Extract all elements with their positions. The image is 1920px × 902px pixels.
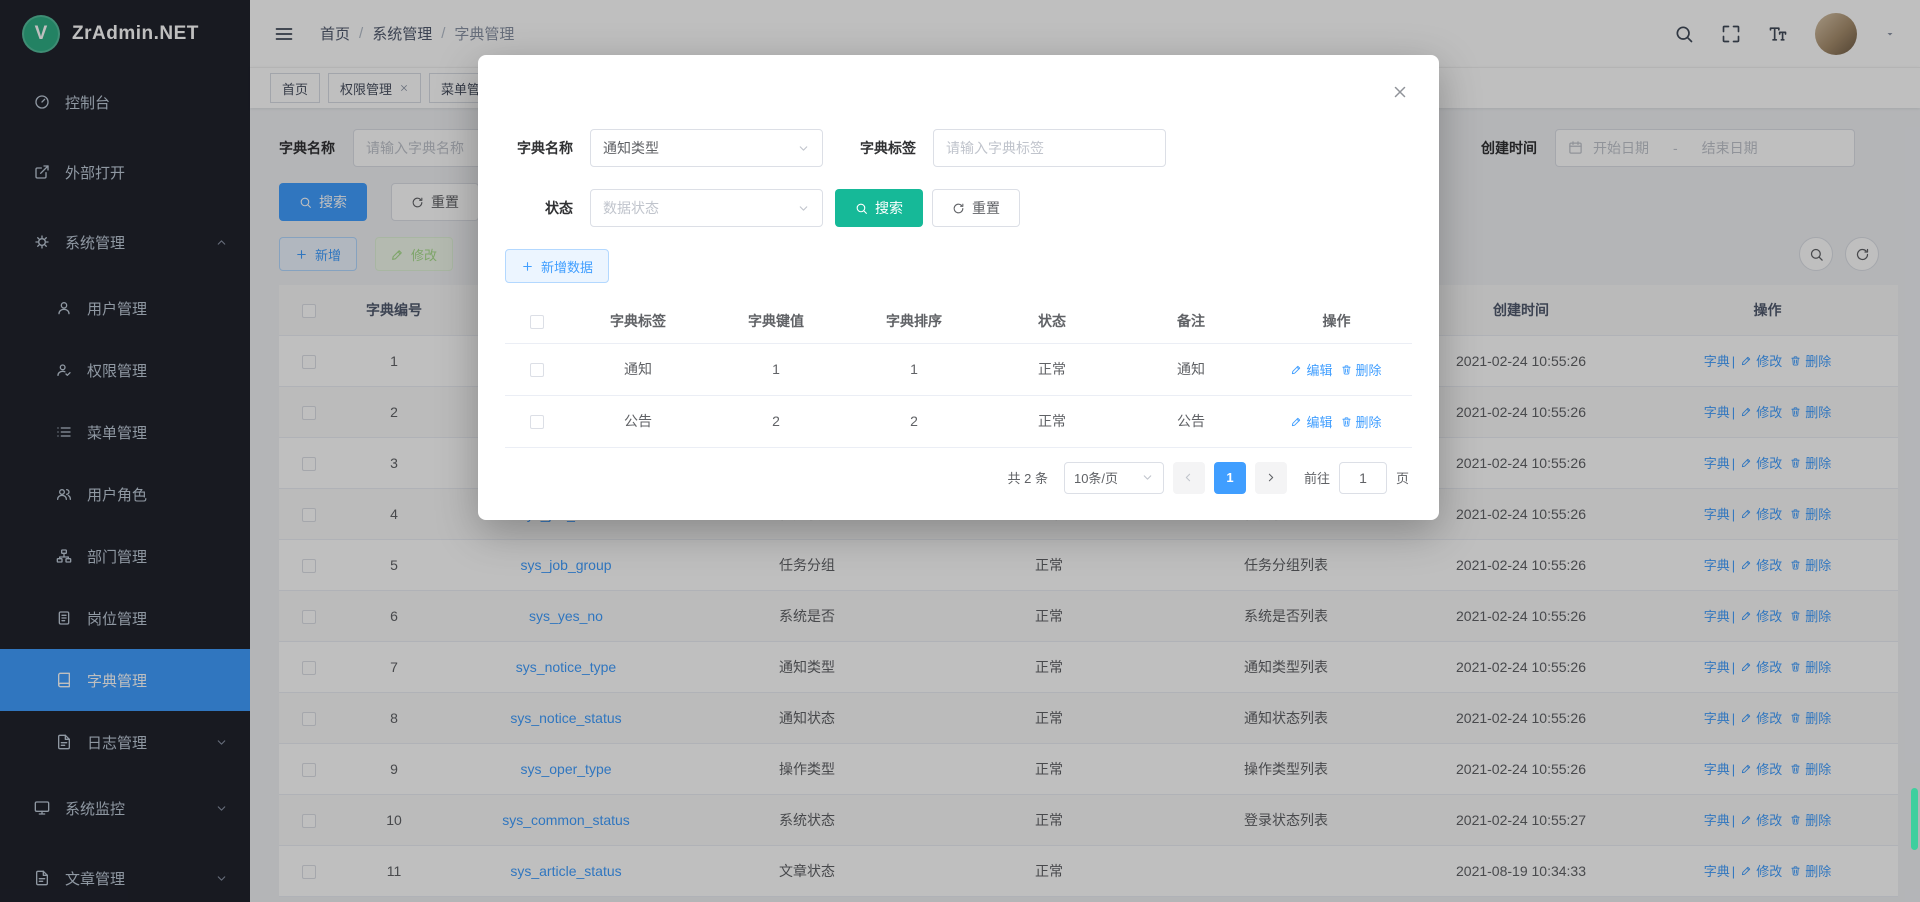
cell-label: 通知 [569, 343, 707, 395]
dict-data-table: 字典标签 字典键值 字典排序 状态 备注 操作 通知 1 1 正常 通知 编辑删… [505, 299, 1412, 448]
chevron-down-icon [797, 202, 810, 215]
scrollbar-thumb[interactable] [1911, 788, 1918, 850]
modal-dict-name-label: 字典名称 [505, 138, 573, 158]
modal-dict-label-label: 字典标签 [848, 138, 916, 158]
table-row: 公告 2 2 正常 公告 编辑删除 [505, 395, 1412, 447]
page-number-button[interactable]: 1 [1214, 462, 1246, 494]
chevron-left-icon [1182, 471, 1195, 484]
search-icon [855, 202, 868, 215]
edit-link[interactable]: 编辑 [1291, 360, 1332, 379]
cell-remark: 公告 [1121, 395, 1261, 447]
cell-status: 正常 [983, 395, 1121, 447]
add-dict-data-button[interactable]: 新增数据 [505, 249, 609, 283]
chevron-down-icon [1141, 471, 1154, 484]
cell-status: 正常 [983, 343, 1121, 395]
header-remark: 备注 [1121, 299, 1261, 343]
goto-label: 前往 [1304, 468, 1330, 487]
table-row: 通知 1 1 正常 通知 编辑删除 [505, 343, 1412, 395]
table-header-row: 字典标签 字典键值 字典排序 状态 备注 操作 [505, 299, 1412, 343]
cell-sort: 1 [845, 343, 983, 395]
page-size-select[interactable]: 10条/页 [1064, 462, 1164, 494]
status-select-placeholder: 数据状态 [603, 198, 659, 218]
row-checkbox[interactable] [530, 363, 544, 377]
app-root: V ZrAdmin.NET 控制台 外部打开 系统管理 用户管理 [0, 0, 1920, 902]
modal-search-button[interactable]: 搜索 [835, 189, 923, 227]
trash-icon [1341, 364, 1352, 375]
header-status: 状态 [983, 299, 1121, 343]
modal-reset-button[interactable]: 重置 [932, 189, 1020, 227]
select-all-checkbox[interactable] [530, 315, 544, 329]
delete-link[interactable]: 删除 [1341, 412, 1382, 431]
row-checkbox[interactable] [530, 415, 544, 429]
status-select[interactable]: 数据状态 [590, 189, 823, 227]
modal-filter-row-1: 字典名称 通知类型 字典标签 [505, 129, 1439, 167]
cell-value: 1 [707, 343, 845, 395]
dict-data-dialog: 字典名称 通知类型 字典标签 状态 数据状态 搜索 重置 [478, 55, 1439, 520]
next-page-button[interactable] [1255, 462, 1287, 494]
delete-link[interactable]: 删除 [1341, 360, 1382, 379]
cell-sort: 2 [845, 395, 983, 447]
chevron-right-icon [1264, 471, 1277, 484]
modal-status-label: 状态 [505, 198, 573, 218]
cell-label: 公告 [569, 395, 707, 447]
edit-link[interactable]: 编辑 [1291, 412, 1332, 431]
prev-page-button[interactable] [1173, 462, 1205, 494]
cell-value: 2 [707, 395, 845, 447]
dict-label-input[interactable] [933, 129, 1166, 167]
page-size-value: 10条/页 [1074, 468, 1118, 487]
goto-page-input[interactable] [1339, 462, 1387, 494]
dict-name-select[interactable]: 通知类型 [590, 129, 823, 167]
close-icon[interactable] [1391, 83, 1409, 101]
pencil-icon [1291, 364, 1302, 375]
header-ops: 操作 [1261, 299, 1412, 343]
chevron-down-icon [797, 142, 810, 155]
pagination-total: 共 2 条 [1008, 468, 1048, 487]
header-value: 字典键值 [707, 299, 845, 343]
dict-name-select-value: 通知类型 [603, 138, 659, 158]
header-sort: 字典排序 [845, 299, 983, 343]
pagination: 共 2 条 10条/页 1 前往 页 [478, 462, 1409, 494]
trash-icon [1341, 416, 1352, 427]
modal-filter-row-2: 状态 数据状态 搜索 重置 [505, 189, 1439, 227]
goto-suffix-label: 页 [1396, 468, 1409, 487]
refresh-icon [952, 202, 965, 215]
header-label: 字典标签 [569, 299, 707, 343]
plus-icon [521, 260, 534, 273]
pencil-icon [1291, 416, 1302, 427]
cell-remark: 通知 [1121, 343, 1261, 395]
